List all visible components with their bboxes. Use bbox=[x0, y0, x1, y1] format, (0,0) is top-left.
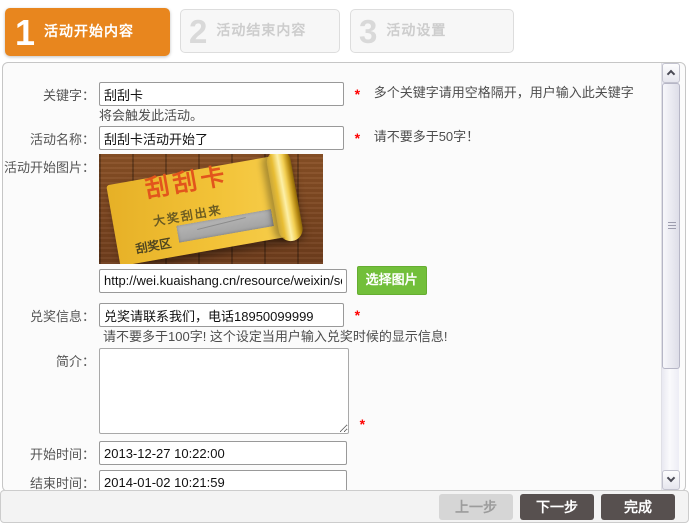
step-number: 3 bbox=[359, 13, 377, 51]
card-title: 刮刮卡 bbox=[144, 166, 230, 200]
intro-textarea[interactable] bbox=[99, 348, 349, 434]
redeem-info-input[interactable] bbox=[99, 303, 344, 327]
required-asterisk: * bbox=[355, 86, 360, 102]
thumb-grip-icon bbox=[668, 222, 676, 230]
card-zone-label: 刮奖区 bbox=[134, 233, 173, 259]
start-image-row: 活动开始图片： 刮刮卡 大奖刮出来 刮奖区 选择图片 bbox=[3, 154, 685, 295]
form-panel: 关键字： * 多个关键字请用空格隔开，用户输入此关键字将会触发此活动。 活动名称… bbox=[2, 62, 686, 492]
required-asterisk: * bbox=[355, 130, 360, 146]
step-label: 活动设置 bbox=[386, 20, 446, 40]
step-tab-3[interactable]: 3 活动设置 bbox=[350, 9, 514, 53]
start-time-input[interactable] bbox=[99, 441, 347, 465]
image-url-row: 选择图片 bbox=[99, 266, 639, 295]
chevron-up-icon bbox=[667, 70, 675, 78]
intro-row: 简介： * bbox=[3, 348, 685, 434]
start-time-row: 开始时间： bbox=[3, 441, 685, 465]
keyword-label: 关键字： bbox=[3, 86, 95, 106]
activity-name-input[interactable] bbox=[99, 126, 344, 150]
step-number: 1 bbox=[15, 12, 35, 54]
activity-name-row: 活动名称： * 请不要多于50字！ bbox=[3, 126, 685, 150]
step-tab-2[interactable]: 2 活动结束内容 bbox=[180, 9, 340, 53]
start-image-label: 活动开始图片： bbox=[3, 158, 95, 178]
finish-button[interactable]: 完成 bbox=[601, 494, 675, 520]
wizard-footer: 上一步 下一步 完成 bbox=[0, 490, 689, 523]
required-asterisk: * bbox=[355, 307, 360, 323]
end-time-row: 结束时间： bbox=[3, 470, 685, 492]
step-tab-1[interactable]: 1 活动开始内容 bbox=[5, 8, 170, 56]
start-time-label: 开始时间： bbox=[3, 445, 95, 465]
end-time-input[interactable] bbox=[99, 470, 347, 492]
chevron-down-icon bbox=[667, 474, 675, 482]
keyword-input[interactable] bbox=[99, 82, 344, 106]
page-curl bbox=[265, 154, 305, 243]
image-url-input[interactable] bbox=[99, 269, 347, 293]
step-label: 活动开始内容 bbox=[44, 21, 134, 41]
wizard-steps: 1 活动开始内容 2 活动结束内容 3 活动设置 bbox=[0, 0, 689, 60]
activity-name-hint: 请不要多于50字！ bbox=[374, 129, 479, 144]
redeem-info-row: 兑奖信息： * 请不要多于100字! 这个设定当用户输入兑奖时候的显示信息! bbox=[3, 303, 685, 346]
next-step-button[interactable]: 下一步 bbox=[520, 494, 594, 520]
redeem-info-label: 兑奖信息： bbox=[3, 307, 95, 327]
required-asterisk: * bbox=[360, 416, 365, 432]
keyword-row: 关键字： * 多个关键字请用空格隔开，用户输入此关键字将会触发此活动。 bbox=[3, 82, 685, 126]
step-label: 活动结束内容 bbox=[216, 20, 306, 40]
scrollbar-thumb[interactable] bbox=[662, 83, 680, 369]
vertical-scrollbar[interactable] bbox=[661, 63, 679, 490]
scroll-down-button[interactable] bbox=[662, 470, 680, 490]
scratch-card: 刮刮卡 大奖刮出来 刮奖区 bbox=[106, 154, 299, 264]
choose-image-button[interactable]: 选择图片 bbox=[357, 266, 427, 295]
prev-step-button[interactable]: 上一步 bbox=[439, 494, 513, 520]
redeem-info-hint: 请不要多于100字! 这个设定当用户输入兑奖时候的显示信息! bbox=[99, 327, 639, 346]
scroll-up-button[interactable] bbox=[662, 63, 680, 83]
intro-label: 简介： bbox=[3, 352, 95, 372]
activity-name-label: 活动名称： bbox=[3, 130, 95, 150]
scratch-card-image: 刮刮卡 大奖刮出来 刮奖区 bbox=[99, 154, 323, 264]
step-number: 2 bbox=[189, 13, 207, 51]
